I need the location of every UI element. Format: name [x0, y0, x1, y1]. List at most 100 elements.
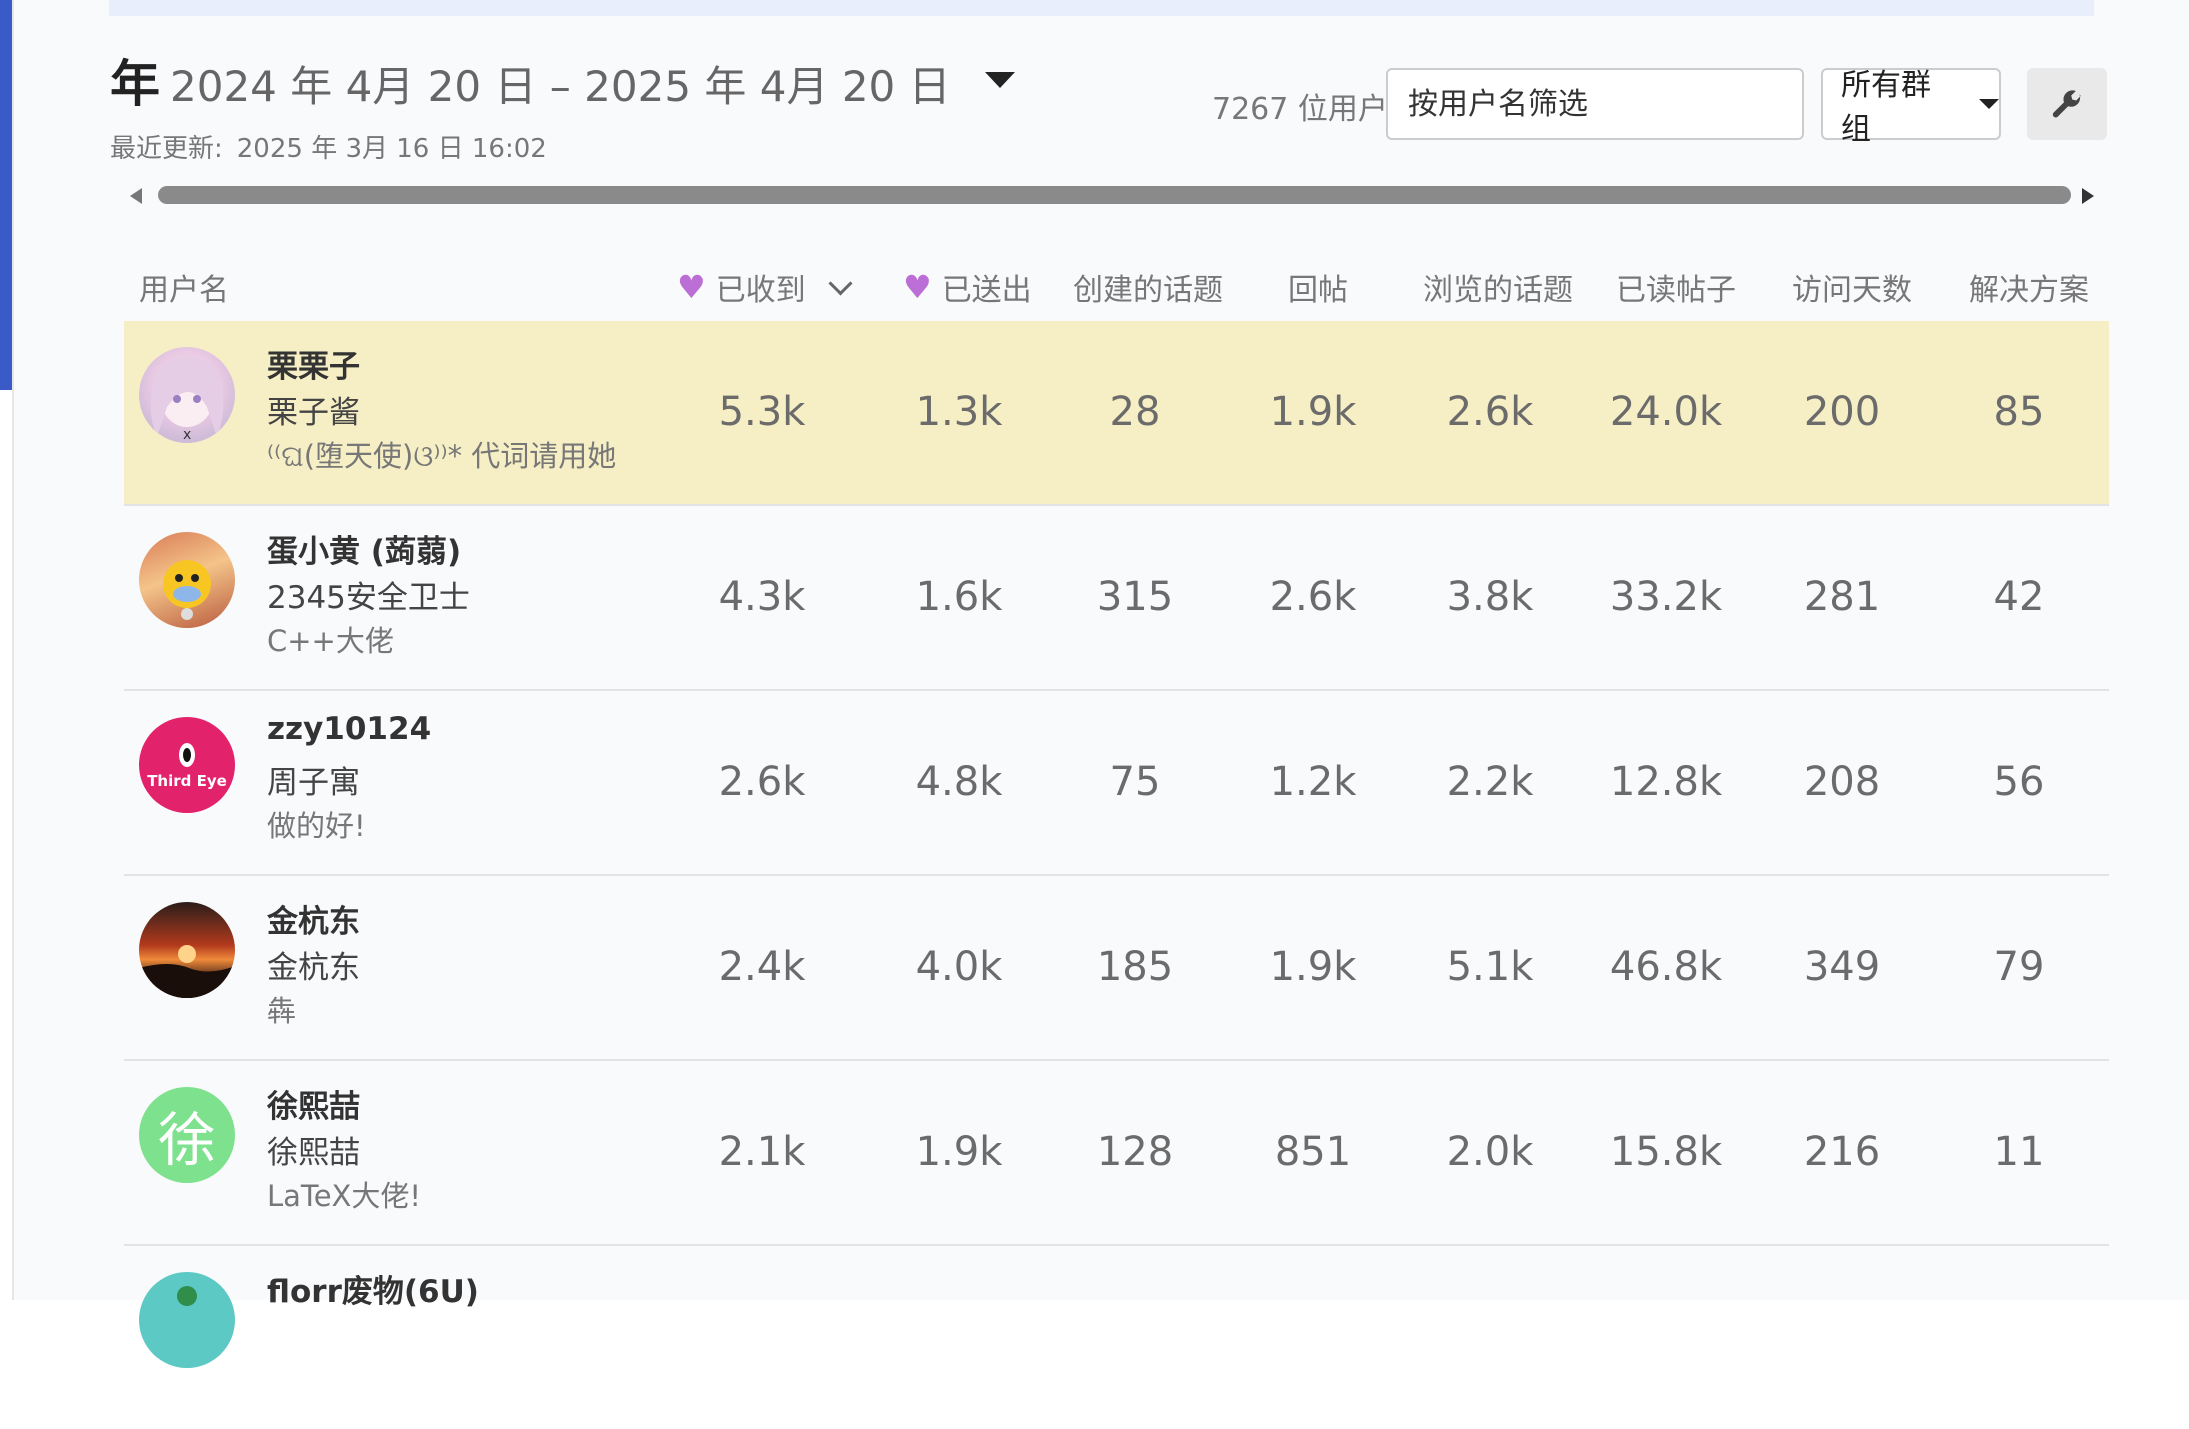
sunset-avatar-icon [139, 945, 235, 998]
chevron-down-icon [828, 270, 853, 296]
svg-text:x: x [183, 427, 191, 443]
last-updated-label: 最近更新: [110, 134, 223, 164]
posts-read: 33.2k [1609, 574, 1723, 620]
posts-read: 12.8k [1609, 759, 1723, 805]
col-posts-read[interactable]: 已读帖子 [1616, 265, 1736, 309]
avatar[interactable]: 徐 [139, 1087, 235, 1183]
replies: 1.9k [1269, 944, 1357, 990]
col-topics-viewed[interactable]: 浏览的话题 [1423, 265, 1573, 309]
likes-given: 4.8k [915, 759, 1003, 805]
likes-received: 2.4k [718, 944, 806, 990]
horizontal-scrollbar[interactable] [130, 184, 2094, 206]
caret-down-icon[interactable] [984, 72, 1015, 88]
likes-received: 4.3k [718, 574, 806, 620]
display-name: 金杭东 [267, 950, 360, 986]
avatar[interactable] [139, 1272, 235, 1368]
replies: 2.6k [1269, 574, 1357, 620]
col-replies-label: 回帖 [1288, 273, 1348, 308]
likes-received: 5.3k [718, 389, 806, 435]
col-likes-received-label: 已收到 [715, 273, 806, 308]
avatar-letter: 徐 [157, 1106, 216, 1174]
col-likes-given[interactable]: ♥ 已送出 [903, 265, 1032, 309]
username[interactable]: 蛋小黄 (蒟蒻) [267, 526, 461, 571]
col-days-visited[interactable]: 访问天数 [1792, 265, 1912, 309]
yellow-mascot-avatar-icon [163, 560, 211, 620]
topics-created: 128 [1096, 1129, 1174, 1175]
likes-given: 1.9k [915, 1129, 1003, 1175]
username[interactable]: 金杭东 [267, 896, 360, 941]
posts-read: 24.0k [1609, 389, 1723, 435]
table-row[interactable]: x 栗栗子 栗子酱 ⁽⁽ଘ(堕天使)ଓ⁾⁾* 代词请用她 5.3k 1.3k 2… [124, 321, 2109, 506]
display-name: 2345安全卫士 [267, 580, 470, 616]
topics-created: 185 [1096, 944, 1174, 990]
days-visited: 281 [1803, 574, 1881, 620]
period-selector[interactable]: 年 2024 年 4月 20 日 – 2025 年 4月 20 日 [110, 44, 1015, 116]
table-row[interactable]: 蛋小黄 (蒟蒻) 2345安全卫士 C++大佬 4.3k 1.6k 315 2.… [124, 506, 2109, 691]
user-title: 做的好! [267, 809, 366, 843]
username-filter-input[interactable] [1386, 68, 1804, 140]
likes-given: 4.0k [915, 944, 1003, 990]
days-visited: 216 [1803, 1129, 1881, 1175]
user-title: LaTeX大佬! [267, 1179, 422, 1213]
col-username-label: 用户名 [139, 273, 229, 308]
topics-viewed: 2.2k [1446, 759, 1534, 805]
table-row[interactable]: 金杭东 金杭东 犇 2.4k 4.0k 185 1.9k 5.1k 46.8k … [124, 876, 2109, 1061]
username[interactable]: 徐熙喆 [267, 1081, 360, 1126]
avatar[interactable] [139, 902, 235, 998]
left-accent-bar [0, 0, 12, 390]
scroll-left-icon[interactable] [130, 188, 142, 204]
col-likes-received[interactable]: ♥ 已收到 [677, 265, 853, 309]
topics-viewed: 3.8k [1446, 574, 1534, 620]
col-topics-created[interactable]: 创建的话题 [1073, 265, 1223, 309]
col-posts-read-label: 已读帖子 [1616, 273, 1736, 308]
topics-viewed: 2.6k [1446, 389, 1534, 435]
col-username[interactable]: 用户名 [139, 265, 229, 309]
solutions: 42 [1993, 574, 2045, 620]
topics-viewed: 2.0k [1446, 1129, 1534, 1175]
settings-button[interactable] [2027, 68, 2107, 140]
likes-given: 1.3k [915, 389, 1003, 435]
user-title: C++大佬 [267, 624, 394, 658]
solutions: 11 [1993, 1129, 2045, 1175]
period-label: 年 [110, 55, 160, 113]
username[interactable]: florr废物(6U) [267, 1266, 479, 1311]
avatar[interactable]: x [139, 347, 235, 443]
username[interactable]: 栗栗子 [267, 341, 360, 386]
topics-viewed: 5.1k [1446, 944, 1534, 990]
table-row[interactable]: florr废物(6U) [124, 1246, 2109, 1429]
leaderboard-page: 年 2024 年 4月 20 日 – 2025 年 4月 20 日 最近更新: … [14, 0, 2189, 1368]
avatar-text: Third Eye [147, 772, 227, 790]
table-header: 用户名 ♥ 已收到 ♥ 已送出 创建的话题 回帖 浏览的话题 已读帖子 访问天数… [124, 255, 2109, 321]
replies: 1.2k [1269, 759, 1357, 805]
avatar[interactable] [139, 532, 235, 628]
display-name: 周子寓 [267, 765, 360, 801]
eye-icon [179, 743, 195, 767]
user-title: ⁽⁽ଘ(堕天使)ଓ⁾⁾* 代词请用她 [267, 439, 617, 473]
scrollbar-thumb[interactable] [158, 186, 2071, 204]
posts-read: 15.8k [1609, 1129, 1723, 1175]
table-row[interactable]: Third Eye zzy10124 周子寓 做的好! 2.6k 4.8k 75… [124, 691, 2109, 876]
user-count: 7267 位用户 [1212, 92, 1388, 127]
col-replies[interactable]: 回帖 [1288, 265, 1348, 309]
solutions: 79 [1993, 944, 2045, 990]
group-select[interactable]: 所有群组 [1821, 68, 2001, 147]
posts-read: 46.8k [1609, 944, 1723, 990]
table-row[interactable]: 徐 徐熙喆 徐熙喆 LaTeX大佬! 2.1k 1.9k 128 851 2.0… [124, 1061, 2109, 1246]
username[interactable]: zzy10124 [267, 711, 431, 747]
teal-avatar-icon [177, 1286, 197, 1306]
user-title: 犇 [267, 994, 297, 1028]
likes-given: 1.6k [915, 574, 1003, 620]
col-likes-given-label: 已送出 [941, 273, 1032, 308]
replies: 851 [1274, 1129, 1352, 1175]
solutions: 56 [1993, 759, 2045, 805]
topics-created: 28 [1109, 389, 1161, 435]
display-name: 徐熙喆 [267, 1135, 360, 1171]
col-solutions[interactable]: 解决方案 [1969, 265, 2089, 309]
scroll-right-icon[interactable] [2082, 188, 2094, 204]
avatar[interactable]: Third Eye [139, 717, 235, 813]
col-topics-created-label: 创建的话题 [1073, 273, 1223, 308]
anime-girl-avatar-icon: x [150, 356, 224, 443]
likes-received: 2.6k [718, 759, 806, 805]
heart-icon: ♥ [677, 268, 706, 306]
wrench-icon [2052, 90, 2081, 118]
